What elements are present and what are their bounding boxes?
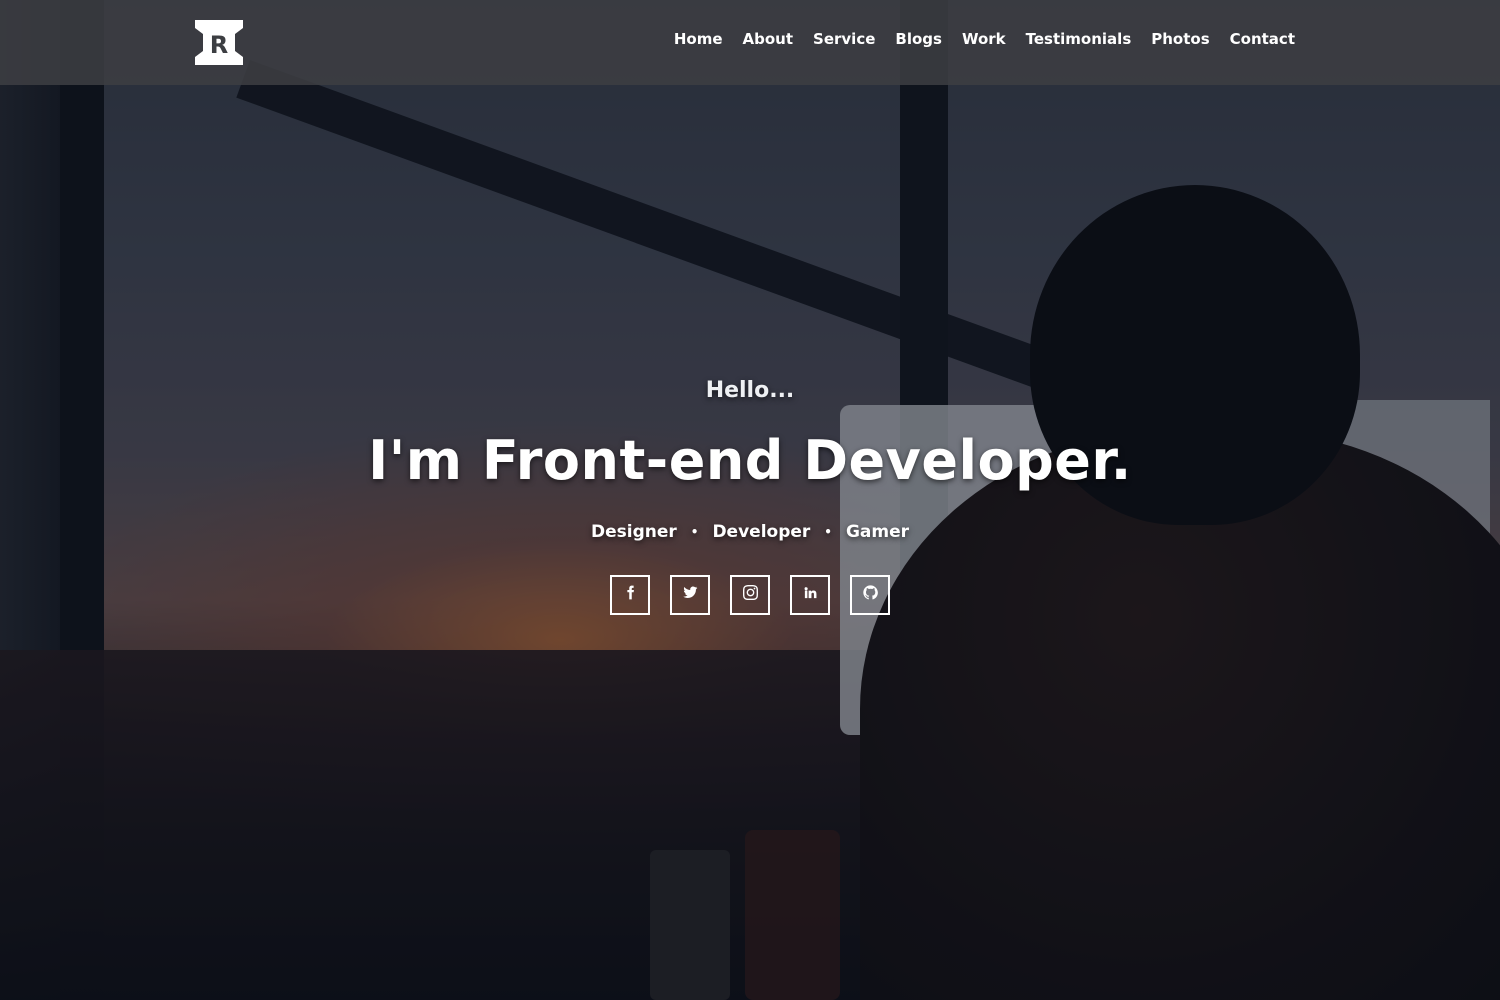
facebook-link[interactable] (610, 575, 650, 615)
linkedin-link[interactable] (790, 575, 830, 615)
github-icon (862, 585, 878, 605)
facebook-icon (623, 585, 638, 605)
linkedin-icon (803, 585, 818, 605)
r-monogram-icon[interactable]: R (195, 20, 243, 65)
hero-headline: I'm Front-end Developer. (368, 429, 1132, 492)
navbar: R Home About Service Blogs Work Testimon… (0, 0, 1500, 85)
nav-menu: Home About Service Blogs Work Testimonia… (674, 30, 1295, 49)
nav-link-photos[interactable]: Photos (1151, 30, 1209, 48)
hero-greeting: Hello... (705, 378, 795, 403)
hero-section: R Home About Service Blogs Work Testimon… (0, 0, 1500, 1000)
role-designer: Designer (590, 522, 677, 542)
nav-link-contact[interactable]: Contact (1230, 30, 1295, 48)
social-links (0, 575, 1500, 615)
logo-letter: R (210, 31, 228, 59)
nav-link-service[interactable]: Service (813, 30, 875, 48)
nav-link-testimonials[interactable]: Testimonials (1026, 30, 1132, 48)
hero-roles: Designer • Developer • Gamer (0, 522, 1500, 542)
role-separator: • (690, 525, 699, 539)
role-gamer: Gamer (845, 522, 910, 542)
instagram-link[interactable] (730, 575, 770, 615)
nav-link-work[interactable]: Work (962, 30, 1006, 48)
github-link[interactable] (850, 575, 890, 615)
twitter-icon (682, 585, 698, 605)
nav-link-blogs[interactable]: Blogs (895, 30, 942, 48)
role-separator: • (824, 525, 832, 539)
nav-link-about[interactable]: About (743, 30, 794, 48)
nav-link-home[interactable]: Home (674, 30, 723, 48)
instagram-icon (742, 585, 758, 605)
twitter-link[interactable] (670, 575, 710, 615)
hero-content: Hello... I'm Front-end Developer. Design… (0, 378, 1500, 615)
role-developer: Developer (712, 522, 811, 542)
